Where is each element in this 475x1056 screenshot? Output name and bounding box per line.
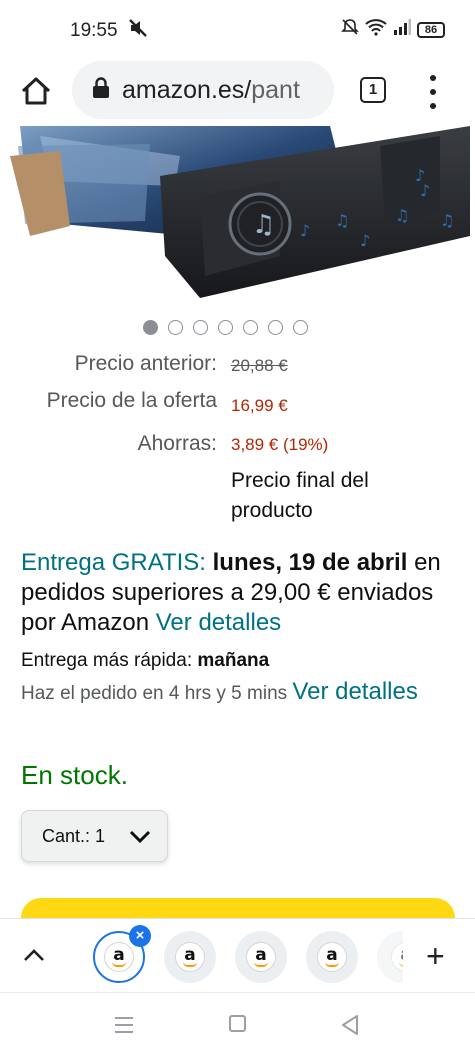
carousel-dot[interactable]	[143, 320, 158, 335]
fast-delivery-value: mañana	[197, 650, 270, 671]
recents-icon[interactable]	[113, 1016, 135, 1039]
carousel-dot[interactable]	[193, 320, 208, 335]
amazon-favicon-icon: a	[317, 942, 347, 972]
delivery-info: Entrega GRATIS: lunes, 19 de abril en pe…	[21, 548, 461, 638]
order-details-link[interactable]: Ver detalles	[292, 678, 417, 705]
offer-price-label: Precio de la oferta	[46, 389, 217, 412]
favicon-letter: a	[184, 944, 196, 965]
delivery-date: lunes, 19 de abril	[212, 549, 408, 576]
status-icons: 86	[341, 18, 445, 41]
free-delivery-label: Entrega GRATIS:	[21, 549, 206, 576]
amazon-favicon-icon: a	[175, 942, 205, 972]
favicon-letter: a	[400, 946, 403, 963]
address-bar[interactable]: amazon.es/pant	[72, 61, 334, 119]
product-image[interactable]: ♫ ♪ ♫ ♪ ♫ ♪ ♫ ♪	[0, 126, 475, 304]
favicon-letter: a	[326, 944, 338, 965]
status-time: 19:55	[70, 20, 118, 41]
signal-icon	[393, 19, 411, 40]
svg-text:♫: ♫	[252, 210, 275, 240]
quantity-label: Cant.:	[42, 825, 91, 846]
battery-icon: 86	[417, 21, 445, 38]
carousel-dot[interactable]	[268, 320, 283, 335]
status-bar: 19:55 86	[0, 0, 475, 58]
amazon-favicon-icon: a	[104, 942, 134, 972]
quantity-select[interactable]: Cant.: 1	[21, 810, 168, 862]
tab-thumbnail[interactable]: a	[164, 931, 216, 983]
lock-icon	[92, 76, 110, 104]
home-icon[interactable]	[18, 73, 54, 109]
browser-toolbar: amazon.es/pant 1	[0, 58, 475, 126]
quantity-value: 1	[95, 825, 106, 846]
amazon-favicon-icon: a	[391, 942, 403, 972]
mute-icon	[128, 18, 148, 43]
carousel-dots	[143, 320, 308, 335]
delivery-details-link[interactable]: Ver detalles	[156, 609, 281, 636]
svg-text:♪: ♪	[415, 166, 425, 185]
svg-text:♪: ♪	[300, 221, 310, 240]
tab-thumbnail[interactable]: a	[377, 931, 403, 983]
savings-value: 3,89 € (19%)	[231, 435, 329, 454]
stock-status: En stock.	[21, 760, 128, 790]
order-countdown-text: Haz el pedido en 4 hrs y 5 mins	[21, 683, 288, 704]
final-price-note: Precio final del producto	[231, 469, 369, 522]
wifi-icon	[365, 18, 387, 41]
carousel-dot[interactable]	[243, 320, 258, 335]
tab-thumbnail[interactable]: a ×	[93, 925, 151, 983]
url-domain: amazon.es/	[122, 75, 252, 104]
tab-thumbnail[interactable]: a	[306, 931, 358, 983]
new-tab-button[interactable]: +	[426, 940, 445, 972]
system-nav-bar	[0, 992, 475, 1056]
url-path: pant	[251, 75, 300, 104]
svg-text:♫: ♫	[335, 211, 349, 230]
tab-thumbnail[interactable]: a	[235, 931, 287, 983]
carousel-dot[interactable]	[293, 320, 308, 335]
close-tab-icon[interactable]: ×	[129, 925, 151, 947]
back-icon[interactable]	[340, 1014, 360, 1041]
previous-price-label: Precio anterior:	[74, 352, 217, 375]
svg-text:♪: ♪	[360, 231, 370, 250]
url-text: amazon.es/pant	[122, 76, 300, 105]
previous-price-value: 20,88 €	[231, 356, 288, 375]
svg-text:♫: ♫	[395, 206, 409, 225]
fast-delivery-label: Entrega más rápida:	[21, 650, 193, 671]
tab-strip: a × a a a a +	[0, 918, 475, 992]
amazon-favicon-icon: a	[246, 942, 276, 972]
chevron-down-icon	[129, 828, 151, 849]
chevron-up-icon[interactable]	[22, 947, 46, 968]
home-nav-icon[interactable]	[229, 1015, 246, 1032]
svg-text:♫: ♫	[440, 211, 454, 230]
tab-switcher-button[interactable]: 1	[360, 77, 386, 103]
favicon-letter: a	[113, 944, 125, 965]
offer-price-value: 16,99 €	[231, 396, 288, 415]
carousel-dot[interactable]	[168, 320, 183, 335]
savings-label: Ahorras:	[137, 432, 217, 455]
notifications-off-icon	[341, 18, 359, 41]
favicon-letter: a	[255, 944, 267, 965]
more-menu-icon[interactable]	[428, 75, 438, 109]
order-countdown: Haz el pedido en 4 hrs y 5 mins Ver deta…	[21, 676, 451, 709]
fast-delivery: Entrega más rápida: mañana	[21, 650, 269, 672]
carousel-dot[interactable]	[218, 320, 233, 335]
